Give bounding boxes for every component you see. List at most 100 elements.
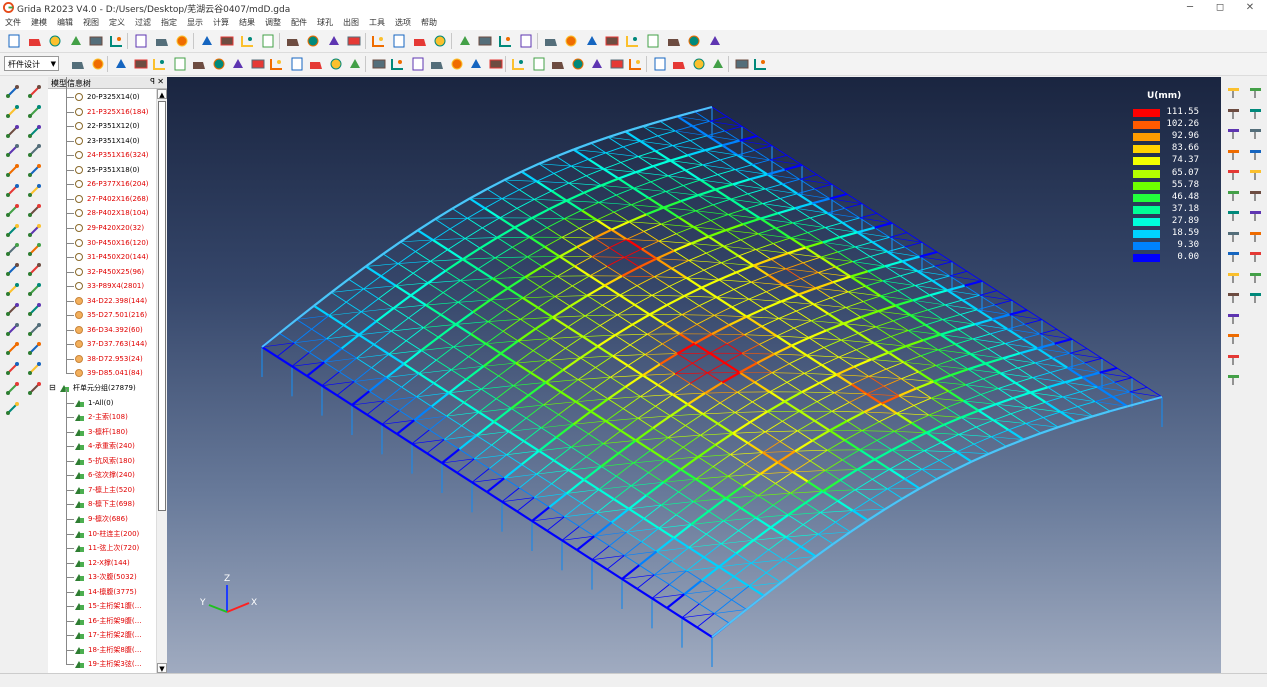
section-icon[interactable]	[1247, 104, 1264, 121]
line-icon[interactable]	[1225, 104, 1242, 121]
m-icon[interactable]	[26, 241, 43, 258]
pan-icon[interactable]	[671, 56, 687, 72]
menu-item-4[interactable]: 定义	[104, 15, 130, 28]
view-cube-icon[interactable]	[26, 162, 43, 179]
line-icon[interactable]	[70, 56, 86, 72]
menu-item-2[interactable]: 编辑	[52, 15, 78, 28]
open-folder-icon[interactable]	[26, 83, 43, 100]
filter-icon[interactable]	[191, 56, 207, 72]
label-icon[interactable]	[289, 56, 305, 72]
tree-item-group[interactable]: 17-主桁架2腹(…	[48, 628, 156, 642]
line-icon[interactable]	[1225, 370, 1242, 387]
filter-icon[interactable]	[26, 202, 43, 219]
load-icon[interactable]	[26, 261, 43, 278]
undo-icon[interactable]	[511, 56, 527, 72]
chart-icon[interactable]	[477, 33, 493, 49]
tree-group-header[interactable]: ⊟杆单元分组(27879)	[48, 381, 156, 395]
tree-item-group[interactable]: 4-承重索(240)	[48, 439, 156, 453]
undo-icon[interactable]	[26, 103, 43, 120]
layer-icon[interactable]	[1247, 145, 1264, 162]
mesh-icon[interactable]	[230, 56, 246, 72]
open-folder-icon[interactable]	[468, 56, 484, 72]
node-icon[interactable]	[686, 33, 702, 49]
layer-icon[interactable]	[691, 56, 707, 72]
tree-item-group[interactable]: 2-主索(108)	[48, 410, 156, 424]
section-icon[interactable]	[609, 56, 625, 72]
mesh-icon[interactable]	[1225, 186, 1242, 203]
layer-icon[interactable]	[4, 202, 21, 219]
redo-icon[interactable]	[4, 123, 21, 140]
filter-icon[interactable]	[710, 56, 726, 72]
paint-icon[interactable]	[1225, 288, 1242, 305]
open-folder-icon[interactable]	[1225, 309, 1242, 326]
undo-icon[interactable]	[26, 360, 43, 377]
tree-item-section[interactable]: 27-P402X16(268)	[48, 192, 156, 206]
new-file-icon[interactable]	[4, 83, 21, 100]
filter-icon[interactable]	[285, 33, 301, 49]
node-icon[interactable]	[570, 56, 586, 72]
tree-item-section[interactable]: 31-P450X20(144)	[48, 250, 156, 264]
node-icon[interactable]	[4, 400, 21, 417]
layer-icon[interactable]	[260, 33, 276, 49]
zoom-icon[interactable]	[1225, 350, 1242, 367]
move-icon[interactable]	[305, 33, 321, 49]
undo-icon[interactable]	[68, 33, 84, 49]
move-icon[interactable]	[1247, 165, 1264, 182]
chart-icon[interactable]	[371, 56, 387, 72]
menu-item-13[interactable]: 出图	[338, 15, 364, 28]
tree-item-group[interactable]: 9-檩次(686)	[48, 512, 156, 526]
menu-item-1[interactable]: 建模	[26, 15, 52, 28]
tree-item-group[interactable]: 15-主桁架1腹(…	[48, 599, 156, 613]
new-file-icon[interactable]	[449, 56, 465, 72]
minimize-button[interactable]: ─	[1175, 0, 1205, 15]
tree-item-section[interactable]: 20-P325X14(0)	[48, 90, 156, 104]
section-icon[interactable]	[174, 33, 190, 49]
menu-item-6[interactable]: 指定	[156, 15, 182, 28]
menu-item-3[interactable]: 视图	[78, 15, 104, 28]
menu-item-0[interactable]: 文件	[0, 15, 26, 28]
grid-icon[interactable]	[432, 33, 448, 49]
zoom-icon[interactable]	[109, 33, 125, 49]
view-cube-icon[interactable]	[1225, 124, 1242, 141]
node-icon[interactable]	[133, 33, 149, 49]
tree-close-icon[interactable]: ✕	[157, 77, 164, 86]
new-file-icon[interactable]	[4, 340, 21, 357]
tree-item-group[interactable]: 6-弦次撑(240)	[48, 468, 156, 482]
filter-icon[interactable]	[1225, 165, 1242, 182]
open-folder-icon[interactable]	[26, 340, 43, 357]
rotate-icon[interactable]	[1247, 124, 1264, 141]
tree-item-group[interactable]: 3-檩杆(180)	[48, 425, 156, 439]
menu-item-10[interactable]: 调整	[260, 15, 286, 28]
paint-icon[interactable]	[429, 56, 445, 72]
redo-icon[interactable]	[531, 56, 547, 72]
menu-item-11[interactable]: 配件	[286, 15, 312, 28]
tree-item-section[interactable]: 34-D22.398(144)	[48, 294, 156, 308]
mesh-icon[interactable]	[26, 222, 43, 239]
move-icon[interactable]	[4, 222, 21, 239]
zoom-icon[interactable]	[550, 56, 566, 72]
label-icon[interactable]	[4, 261, 21, 278]
menu-item-7[interactable]: 显示	[182, 15, 208, 28]
tree-item-section[interactable]: 39-D85.041(84)	[48, 366, 156, 380]
zoom-icon[interactable]	[26, 123, 43, 140]
pan-icon[interactable]	[240, 33, 256, 49]
tool-icon[interactable]	[518, 33, 534, 49]
chart-icon[interactable]	[4, 301, 21, 318]
tree-item-section[interactable]: 24-P351X16(324)	[48, 148, 156, 162]
grid-icon[interactable]	[328, 56, 344, 72]
save-icon[interactable]	[47, 33, 63, 49]
zoom-icon[interactable]	[26, 380, 43, 397]
undo-icon[interactable]	[1225, 329, 1242, 346]
view-cube-icon[interactable]	[628, 56, 644, 72]
tree-item-section[interactable]: 35-D27.501(216)	[48, 308, 156, 322]
tree-item-group[interactable]: 14-檩腹(3775)	[48, 585, 156, 599]
grid-icon[interactable]	[1247, 227, 1264, 244]
tree-item-group[interactable]: 5-抗风索(180)	[48, 454, 156, 468]
open-folder-icon[interactable]	[584, 33, 600, 49]
tree-item-section[interactable]: 32-P450X25(96)	[48, 265, 156, 279]
tree-item-group[interactable]: 7-檩上主(520)	[48, 483, 156, 497]
menu-item-16[interactable]: 帮助	[416, 15, 442, 28]
tree-item-section[interactable]: 28-P402X18(104)	[48, 206, 156, 220]
person-icon[interactable]	[1225, 268, 1242, 285]
chart-icon[interactable]	[1247, 247, 1264, 264]
